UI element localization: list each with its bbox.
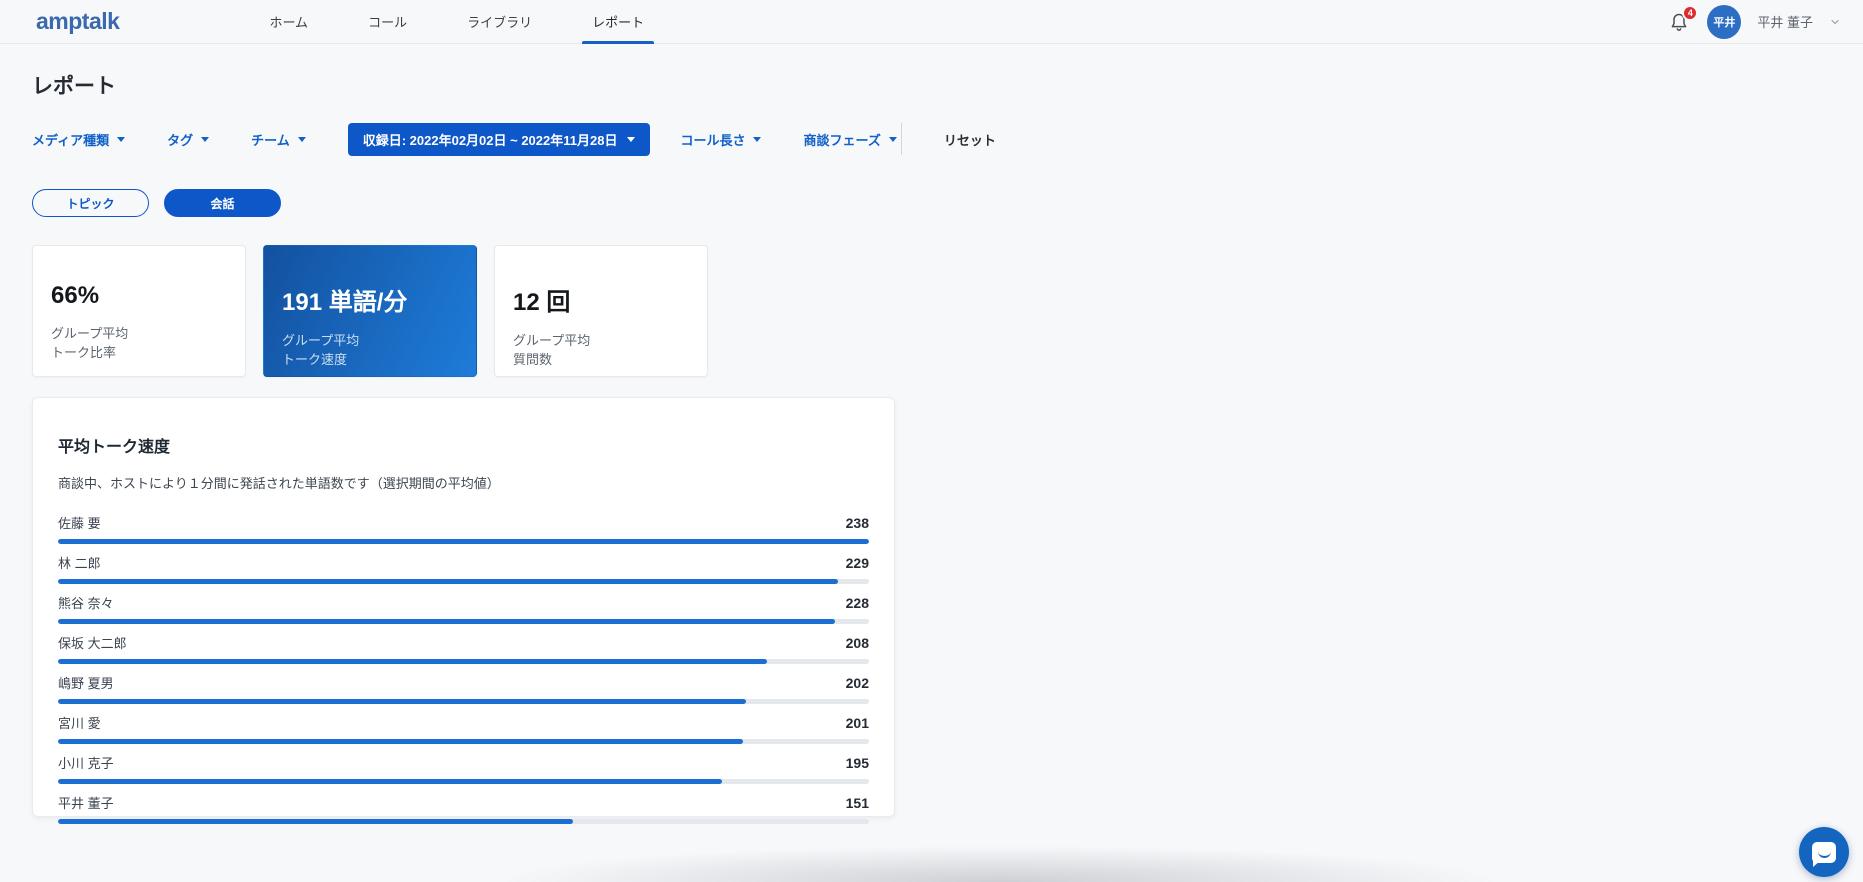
amptalk-logo[interactable]: amptalk: [36, 8, 120, 35]
page-title: レポート: [32, 75, 116, 98]
filter-recording-date[interactable]: 収録日: 2022年02月02日 ~ 2022年11月28日: [347, 122, 651, 156]
stat-card-talk-speed[interactable]: 191 単語/分 グループ平均 トーク速度: [263, 245, 477, 377]
stat-value: 191 単語/分: [282, 289, 408, 316]
caret-down-icon: [297, 136, 306, 142]
bar-row: 佐藤 要 238: [58, 513, 869, 544]
filter-team-label: チーム: [251, 132, 290, 148]
nav-item-home[interactable]: ホーム: [259, 0, 318, 44]
filter-divider: [900, 123, 902, 155]
bar-value: 151: [845, 795, 869, 811]
bar-label: 林 二郎: [58, 556, 101, 571]
notification-count-badge: 4: [1682, 4, 1699, 21]
caret-down-icon: [117, 136, 126, 142]
caret-down-icon: [201, 136, 210, 142]
bar-label: 嶋野 夏男: [58, 676, 114, 691]
caret-down-icon: [627, 136, 636, 142]
bar-row: 林 二郎 229: [58, 553, 869, 584]
bar-value: 195: [845, 755, 869, 771]
filter-deal-phase[interactable]: 商談フェーズ: [803, 130, 897, 149]
bell-icon: [1667, 13, 1691, 38]
bar-value: 228: [845, 595, 869, 611]
filter-recording-date-label: 収録日: 2022年02月02日 ~ 2022年11月28日: [362, 132, 618, 148]
main-nav: ホーム コール ライブラリ レポート: [239, 0, 674, 44]
stat-label: グループ平均 トーク速度: [282, 333, 360, 367]
chat-widget-button[interactable]: [1799, 827, 1849, 877]
stat-value: 66%: [51, 282, 100, 309]
bar-label: 小川 克子: [58, 756, 114, 771]
user-name: 平井 董子: [1757, 15, 1813, 30]
stat-card-question-count[interactable]: 12 回 グループ平均 質問数: [494, 245, 708, 377]
toggle-topic-button[interactable]: トピック: [32, 189, 149, 217]
filter-bar: メディア種類 タグ チーム 収録日: 2022年02月02日 ~ 2022年11…: [32, 122, 996, 156]
bar-row: 宮川 愛 201: [58, 713, 869, 744]
bar-fill: [58, 819, 573, 824]
bar-fill: [58, 779, 723, 784]
bar-value: 229: [845, 555, 869, 571]
below-fold-shadow: [400, 838, 1600, 882]
bar-track: [58, 539, 869, 544]
bar-label: 佐藤 要: [58, 516, 101, 531]
filter-call-length-label: コール長さ: [680, 132, 746, 148]
bar-track: [58, 819, 869, 824]
bar-track: [58, 699, 869, 704]
header-right-group: 4 平井 平井 董子: [1667, 4, 1841, 39]
stat-card-talk-ratio[interactable]: 66% グループ平均 トーク比率: [32, 245, 246, 377]
filter-team[interactable]: チーム: [251, 130, 306, 149]
bar-track: [58, 779, 869, 784]
notifications-button[interactable]: 4: [1667, 4, 1699, 34]
filter-deal-phase-label: 商談フェーズ: [803, 132, 881, 148]
stat-label: グループ平均 トーク比率: [51, 326, 129, 360]
filter-call-length[interactable]: コール長さ: [680, 130, 762, 149]
bar-fill: [58, 659, 767, 664]
chart-subtitle: 商談中、ホストにより１分間に発話された単語数です（選択期間の平均値）: [58, 476, 500, 491]
bar-track: [58, 659, 869, 664]
bar-fill: [58, 619, 835, 624]
nav-item-library[interactable]: ライブラリ: [457, 0, 542, 44]
bar-value: 202: [845, 675, 869, 691]
bar-track: [58, 579, 869, 584]
bar-row: 嶋野 夏男 202: [58, 673, 869, 704]
filter-media-type-label: メディア種類: [32, 132, 110, 148]
bar-value: 201: [845, 715, 869, 731]
filter-media-type[interactable]: メディア種類: [32, 130, 126, 149]
filter-tag[interactable]: タグ: [167, 130, 210, 149]
bar-chart: 佐藤 要 238 林 二郎 229 熊谷 奈々 228 保坂 大二郎 208 嶋…: [58, 513, 869, 824]
bar-track: [58, 739, 869, 744]
bar-fill: [58, 699, 747, 704]
bar-value: 238: [845, 515, 869, 531]
bar-label: 熊谷 奈々: [58, 596, 114, 611]
bar-row: 小川 克子 195: [58, 753, 869, 784]
caret-down-icon: [753, 136, 762, 142]
bar-value: 208: [845, 635, 869, 651]
stat-label: グループ平均 質問数: [513, 333, 591, 367]
stat-value: 12 回: [513, 289, 571, 316]
nav-item-reports[interactable]: レポート: [582, 0, 655, 44]
bar-fill: [58, 579, 839, 584]
bar-row: 保坂 大二郎 208: [58, 633, 869, 664]
bar-label: 宮川 愛: [58, 716, 101, 731]
bar-fill: [58, 539, 869, 544]
chart-title: 平均トーク速度: [58, 439, 171, 456]
view-toggle: トピック 会話: [32, 189, 281, 217]
bar-row: 熊谷 奈々 228: [58, 593, 869, 624]
bar-row: 平井 董子 151: [58, 793, 869, 824]
reset-filters-button[interactable]: リセット: [944, 130, 996, 149]
bar-label: 保坂 大二郎: [58, 636, 127, 651]
stat-cards-row: 66% グループ平均 トーク比率 191 単語/分 グループ平均 トーク速度 1…: [32, 245, 708, 377]
nav-item-calls[interactable]: コール: [358, 0, 417, 44]
caret-down-icon: [888, 136, 897, 142]
chat-bubble-icon: [1812, 841, 1836, 867]
toggle-conversation-button[interactable]: 会話: [164, 189, 281, 217]
avatar[interactable]: 平井: [1707, 4, 1742, 39]
bar-fill: [58, 739, 743, 744]
bar-track: [58, 619, 869, 624]
average-talk-speed-card: 平均トーク速度 商談中、ホストにより１分間に発話された単語数です（選択期間の平均…: [32, 397, 895, 824]
filter-tag-label: タグ: [167, 132, 194, 148]
bar-label: 平井 董子: [58, 796, 114, 811]
top-navigation-bar: amptalk ホーム コール ライブラリ レポート 4 平井 平井 董子: [0, 0, 1863, 44]
chevron-down-icon[interactable]: [1829, 16, 1841, 28]
